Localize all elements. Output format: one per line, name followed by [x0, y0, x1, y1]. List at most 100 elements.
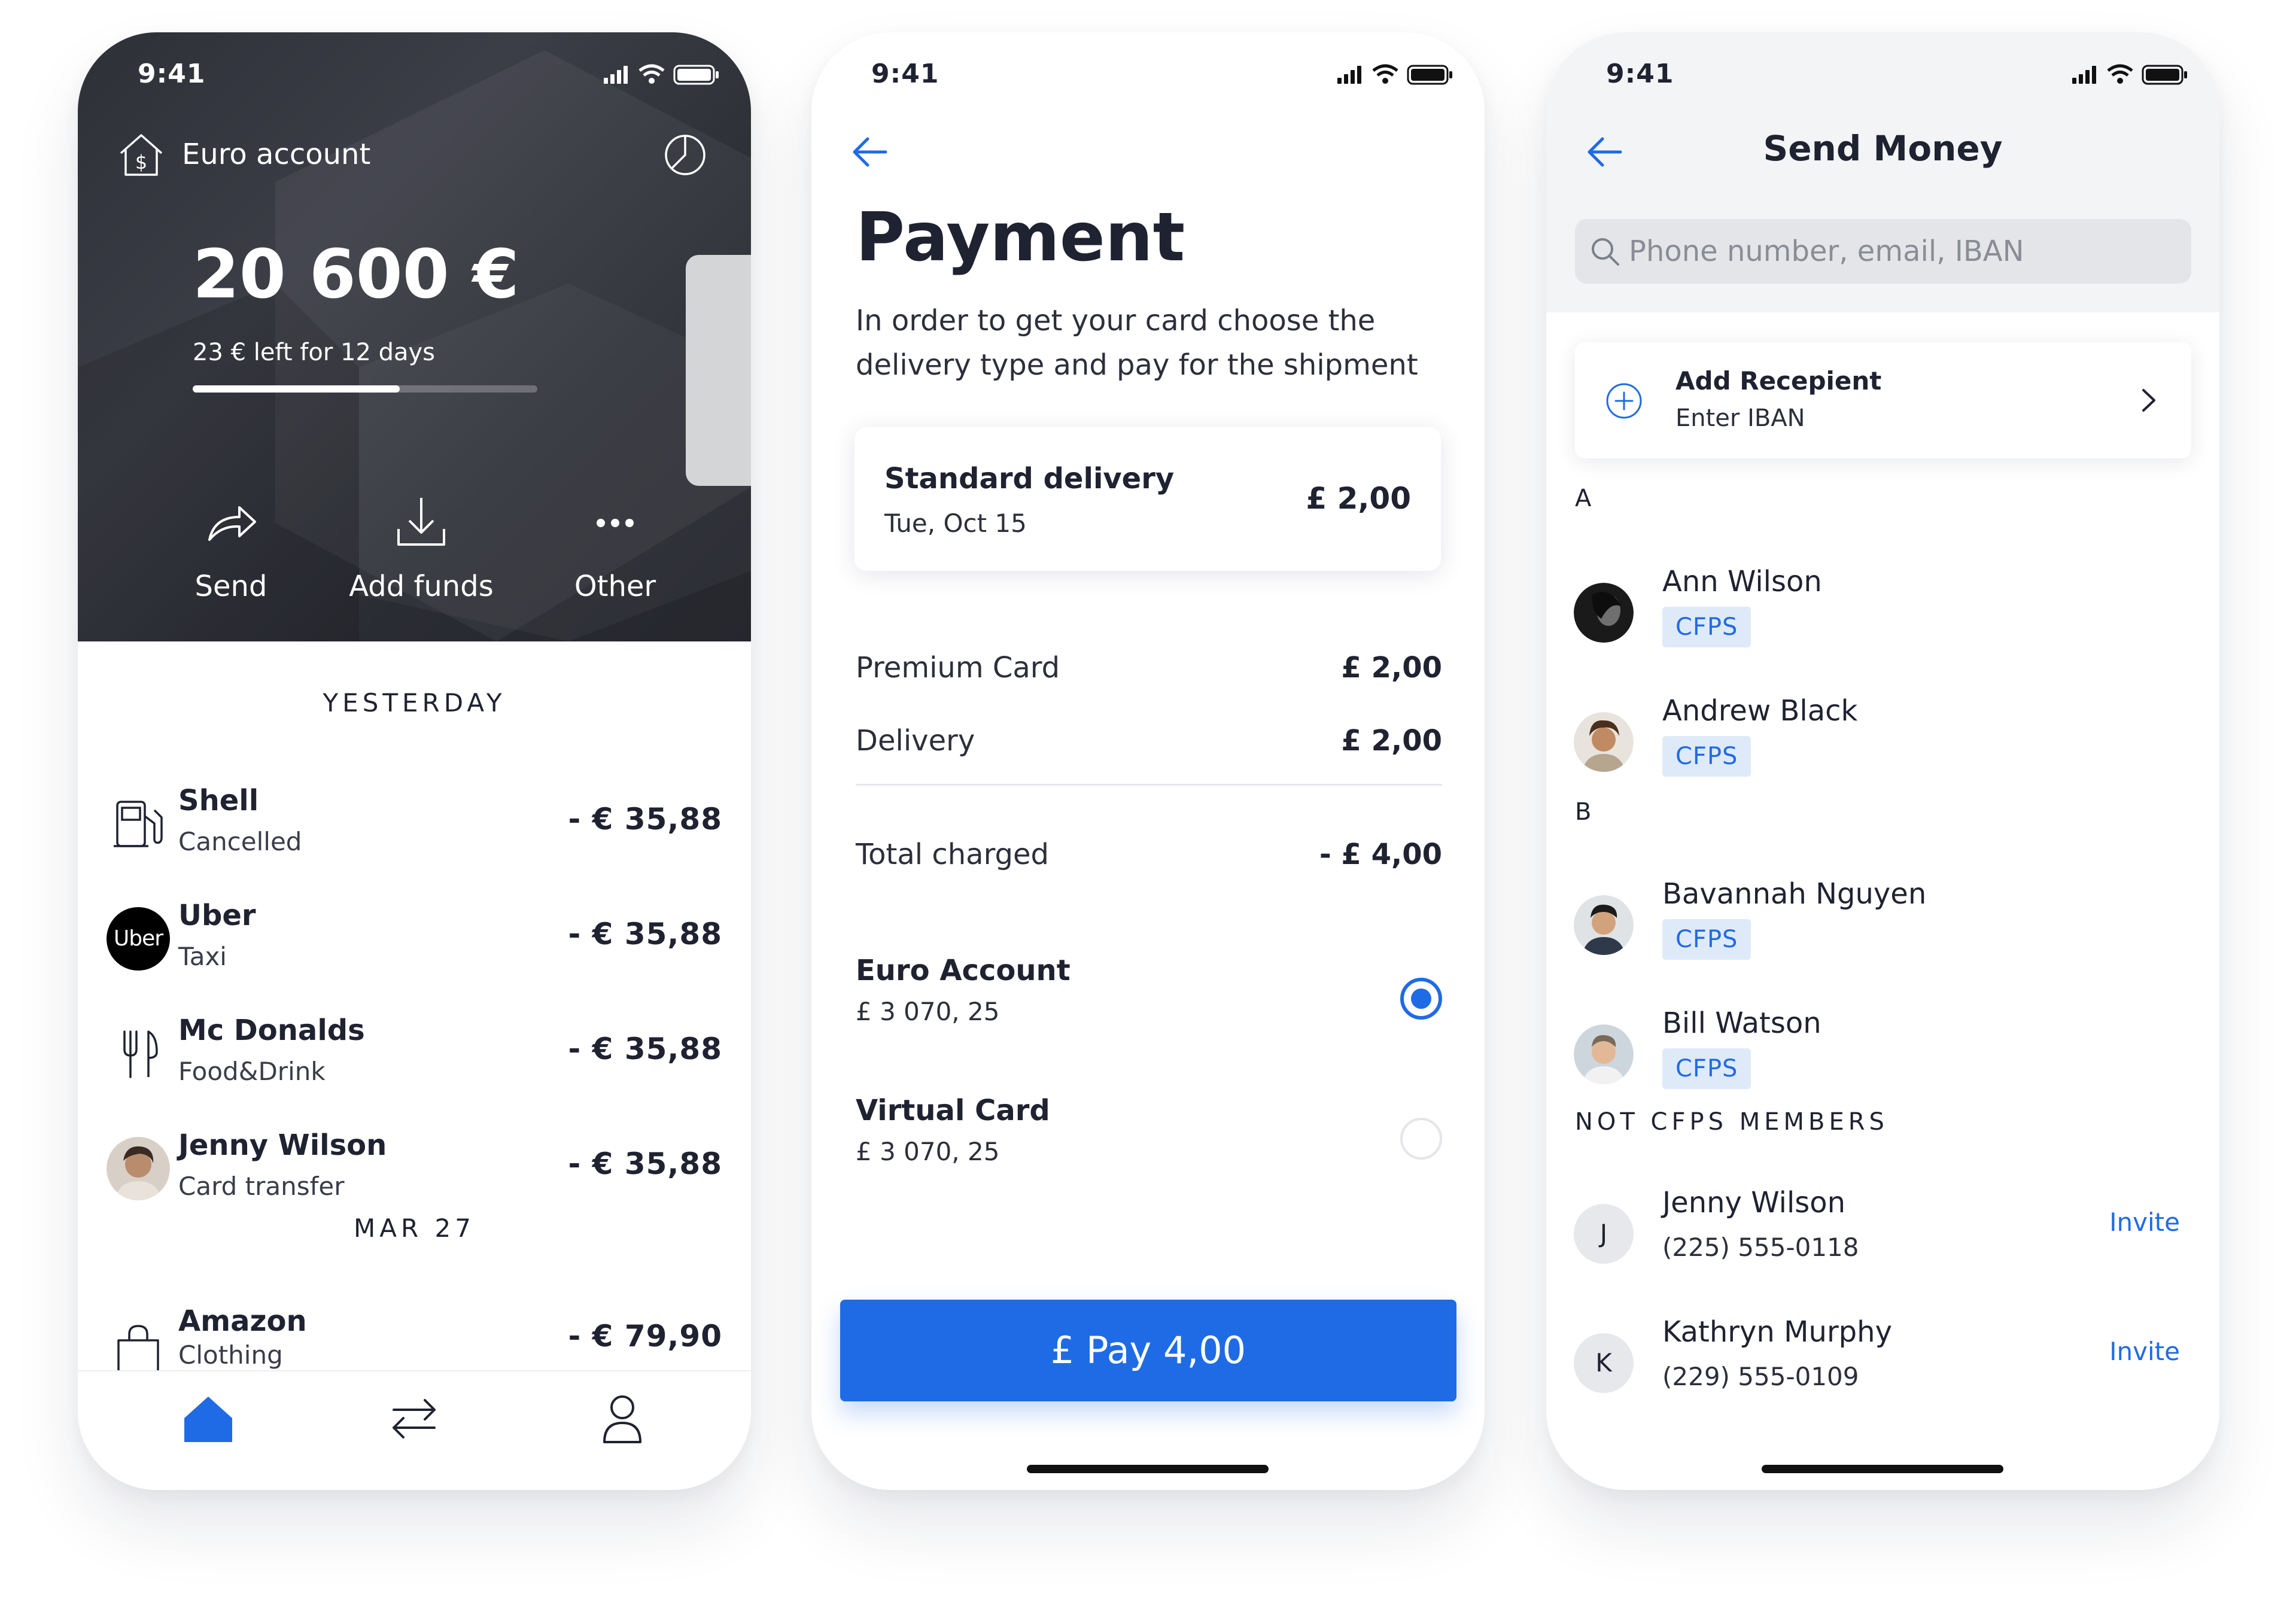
divider	[856, 784, 1442, 786]
account-name: Virtual Card	[856, 1094, 1050, 1127]
transaction-amount: - € 35,88	[568, 917, 722, 951]
page-title: Send Money	[1763, 128, 2003, 169]
line-item-label: Premium Card	[856, 651, 1060, 685]
account-screen: 9:41 $ Euro account 20 600 € 23 € left f…	[78, 32, 751, 1490]
send-label: Send	[194, 570, 267, 603]
invite-link[interactable]: Invite	[2109, 1208, 2180, 1237]
contact-row[interactable]: Bill Watson CFPS	[1546, 1003, 2219, 1123]
cfps-badge: CFPS	[1662, 919, 1751, 960]
chevron-right-icon	[2142, 389, 2155, 412]
tab-bar	[78, 1370, 751, 1490]
pay-button[interactable]: £ Pay 4,00	[840, 1300, 1456, 1401]
contact-row[interactable]: Andrew Black CFPS	[1546, 691, 2219, 810]
back-arrow-icon[interactable]	[846, 128, 894, 176]
line-item-value: £ 2,00	[1341, 651, 1442, 685]
balance-amount: 20 600 €	[193, 236, 519, 314]
transaction-amount: - € 35,88	[568, 1146, 722, 1181]
search-box[interactable]	[1575, 219, 2191, 284]
back-arrow-icon[interactable]	[1581, 128, 1629, 176]
section-yesterday: YESTERDAY	[323, 688, 506, 717]
line-item-delivery: Delivery £ 2,00	[856, 724, 1442, 758]
search-icon	[1592, 238, 1619, 266]
account-label[interactable]: Euro account	[182, 138, 370, 171]
other-label: Other	[574, 570, 656, 603]
delivery-date: Tue, Oct 15	[884, 509, 1027, 538]
transaction-name: Jenny Wilson	[178, 1129, 387, 1162]
status-icons	[604, 64, 719, 85]
share-arrow-icon	[208, 506, 256, 541]
transaction-amount: - € 35,88	[568, 1032, 722, 1066]
contact-row[interactable]: Ann Wilson CFPS	[1546, 561, 2219, 681]
line-item-label: Delivery	[856, 724, 975, 758]
invite-row[interactable]: J Jenny Wilson (225) 555-0118 Invite	[1546, 1182, 2219, 1302]
status-time: 9:41	[138, 59, 206, 89]
account-balance: £ 3 070, 25	[856, 997, 1000, 1026]
send-money-screen: 9:41 Send Money Add Re	[1546, 32, 2219, 1490]
status-bar: 9:41	[78, 32, 751, 110]
account-header: 9:41 $ Euro account 20 600 € 23 € left f…	[78, 32, 751, 641]
section-letter-a: A	[1575, 485, 1592, 512]
add-funds-action[interactable]: Add funds	[332, 493, 511, 603]
plus-circle-icon	[1606, 383, 1642, 419]
section-not-cfps-members: NOT CFPS MEMBERS	[1575, 1108, 1889, 1136]
add-funds-label: Add funds	[349, 570, 494, 603]
cfps-badge: CFPS	[1662, 1048, 1751, 1089]
search-input[interactable]	[1629, 219, 2167, 284]
contact-phone: (229) 555-0109	[1662, 1362, 1859, 1391]
transaction-subtitle: Cancelled	[178, 827, 302, 856]
transaction-row[interactable]: Mc Donalds Food&Drink - € 35,88	[78, 1010, 751, 1100]
transaction-name: Amazon	[178, 1304, 307, 1338]
radio-selected[interactable]	[1400, 978, 1442, 1020]
add-recipient-card[interactable]: Add Recepient Enter IBAN	[1575, 342, 2191, 458]
profile-icon[interactable]	[592, 1388, 652, 1448]
send-action[interactable]: Send	[141, 493, 321, 603]
contact-name: Kathryn Murphy	[1662, 1315, 1892, 1349]
fuel-icon	[114, 801, 163, 847]
invite-row[interactable]: K Kathryn Murphy (229) 555-0109 Invite	[1546, 1312, 2219, 1431]
home-indicator	[1762, 1465, 2003, 1473]
account-option-euro[interactable]: Euro Account £ 3 070, 25	[856, 954, 1442, 1038]
initial-avatar: K	[1574, 1333, 1634, 1393]
radio-unselected[interactable]	[1400, 1118, 1442, 1160]
section-letter-b: B	[1575, 798, 1592, 826]
contact-name: Bill Watson	[1662, 1006, 1821, 1040]
total-value: - £ 4,00	[1319, 838, 1442, 871]
cfps-badge: CFPS	[1662, 607, 1751, 647]
pie-chart-icon[interactable]	[663, 133, 707, 177]
avatar	[1574, 895, 1634, 955]
transaction-name: Mc Donalds	[178, 1014, 365, 1047]
uber-logo: Uber	[107, 907, 170, 971]
transaction-row[interactable]: Uber Uber Taxi - € 35,88	[78, 895, 751, 985]
line-item-value: £ 2,00	[1341, 724, 1442, 758]
status-time: 9:41	[871, 59, 939, 89]
avatar	[1574, 1024, 1634, 1084]
transaction-subtitle: Taxi	[178, 942, 227, 971]
contact-name: Andrew Black	[1662, 694, 1858, 728]
line-item-premium-card: Premium Card £ 2,00	[856, 651, 1442, 685]
transaction-amount: - € 79,90	[568, 1319, 722, 1354]
card-preview[interactable]	[686, 255, 751, 486]
account-option-virtual[interactable]: Virtual Card £ 3 070, 25	[856, 1094, 1442, 1178]
transaction-row[interactable]: Jenny Wilson Card transfer - € 35,88	[78, 1125, 751, 1215]
home-icon[interactable]	[178, 1388, 238, 1448]
contact-row[interactable]: Bavannah Nguyen CFPS	[1546, 874, 2219, 993]
contact-name: Ann Wilson	[1662, 565, 1822, 598]
other-action[interactable]: Other	[525, 493, 705, 603]
status-bar: 9:41	[1546, 32, 2219, 110]
budget-left-text: 23 € left for 12 days	[193, 339, 436, 366]
contact-name: Bavannah Nguyen	[1662, 877, 1927, 911]
avatar	[1574, 712, 1634, 772]
status-bar: 9:41	[811, 32, 1485, 110]
transaction-row[interactable]: Amazon Clothing - € 79,90	[78, 1304, 751, 1375]
add-recipient-subtitle: Enter IBAN	[1675, 404, 1805, 432]
send-money-header: 9:41 Send Money	[1546, 32, 2219, 312]
total-label: Total charged	[856, 838, 1049, 871]
transfer-icon[interactable]	[384, 1388, 444, 1448]
home-indicator	[1027, 1465, 1269, 1473]
transaction-row[interactable]: Shell Cancelled - € 35,88	[78, 780, 751, 870]
total-charged-row: Total charged - £ 4,00	[856, 838, 1442, 871]
status-icons	[1337, 64, 1452, 85]
invite-link[interactable]: Invite	[2109, 1337, 2180, 1366]
delivery-option-card[interactable]: Standard delivery Tue, Oct 15 £ 2,00	[854, 427, 1441, 571]
transaction-name: Uber	[178, 899, 256, 932]
